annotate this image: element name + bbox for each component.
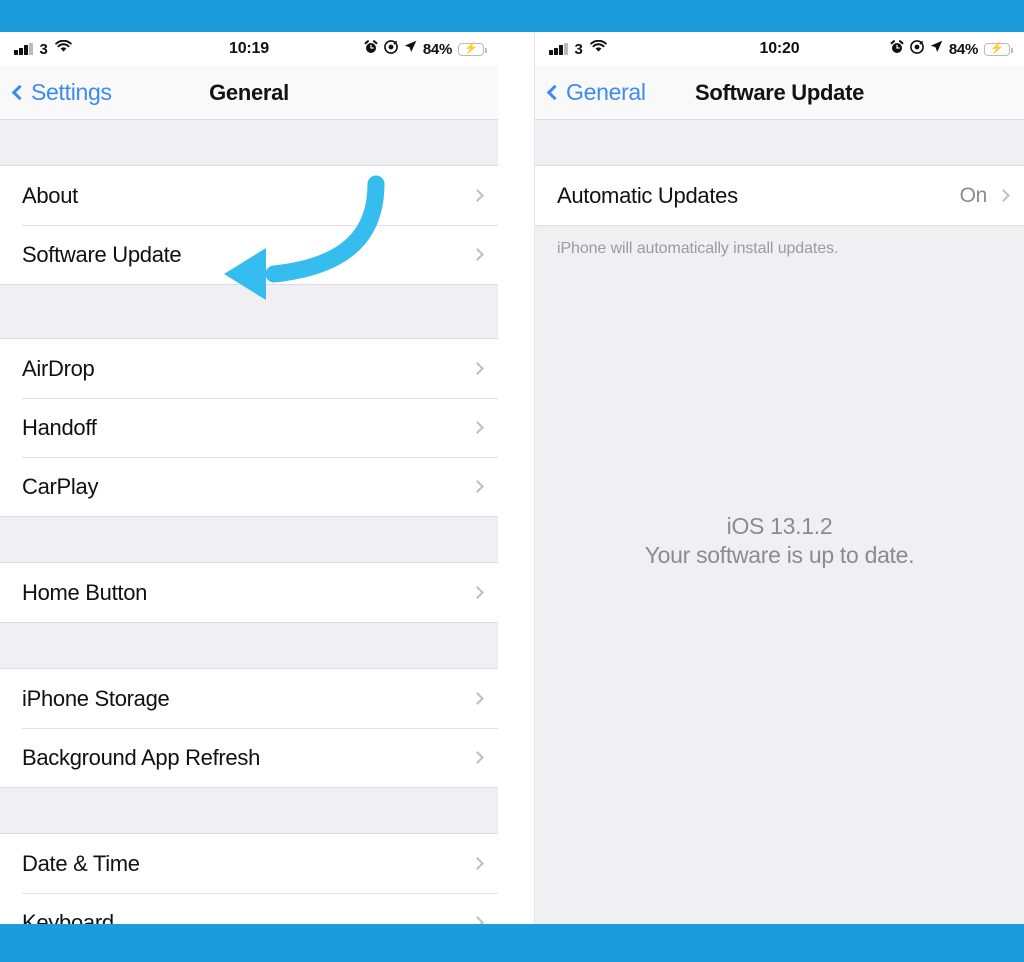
sidebar-item-iphone-storage[interactable]: iPhone Storage [0,669,498,728]
right-phone-screenshot: 3 10:20 84% ⚡ General Software Update Au… [534,32,1024,924]
back-button-label: Settings [31,79,112,105]
row-label: AirDrop [22,355,95,381]
right-nav-bar: General Software Update [535,66,1024,120]
list-gap [0,788,498,833]
status-left-group: 3 [549,39,607,58]
signal-bars-icon [14,43,33,55]
row-label: Keyboard [22,909,114,925]
row-label: CarPlay [22,473,99,499]
sidebar-item-background-app-refresh[interactable]: Background App Refresh [0,728,498,787]
chevron-right-icon [471,362,484,375]
status-left-group: 3 [14,39,72,58]
left-nav-bar: Settings General [0,66,498,120]
row-label: iPhone Storage [22,685,170,711]
back-to-general-button[interactable]: General [546,79,646,106]
signal-bars-icon [549,43,568,55]
list-gap [0,517,498,562]
battery-percent-label: 84% [422,40,452,58]
chevron-right-icon [471,751,484,764]
chevron-right-icon [471,586,484,599]
chevron-right-icon [471,480,484,493]
ios-version-label: iOS 13.1.2 [726,513,833,539]
software-update-content: Automatic Updates On iPhone will automat… [535,120,1024,924]
chevron-right-icon [471,857,484,870]
settings-group-1: About Software Update [0,165,498,285]
orientation-lock-icon [383,39,398,59]
battery-charging-icon: ⚡ [984,42,1013,56]
wifi-icon [55,39,72,58]
list-gap [0,623,498,668]
sidebar-item-date-time[interactable]: Date & Time [0,834,498,893]
sidebar-item-handoff[interactable]: Handoff [0,398,498,457]
row-label: Software Update [22,241,182,267]
settings-group-2: AirDrop Handoff CarPlay [0,338,498,517]
chevron-left-icon [11,84,28,101]
sidebar-item-carplay[interactable]: CarPlay [0,457,498,516]
left-status-bar: 3 10:19 84% ⚡ [0,32,498,66]
row-label: Background App Refresh [22,744,260,770]
alarm-clock-icon [890,39,904,59]
sidebar-item-airdrop[interactable]: AirDrop [0,339,498,398]
status-right-group: 84% ⚡ [364,39,487,59]
up-to-date-message: Your software is up to date. [644,542,915,569]
wifi-icon [590,39,607,58]
back-to-settings-button[interactable]: Settings [11,79,112,106]
row-automatic-updates[interactable]: Automatic Updates On [535,166,1024,225]
chevron-right-icon [471,916,484,924]
general-settings-list[interactable]: About Software Update AirDrop Handoff Ca… [0,120,498,924]
carrier-label: 3 [39,40,48,58]
orientation-lock-icon [909,39,924,59]
row-label: About [22,182,78,208]
battery-charging-icon: ⚡ [458,42,487,56]
blue-frame: 3 10:19 84% ⚡ Settings General About Sof… [0,0,1024,962]
settings-group-3: Home Button [0,562,498,623]
right-status-bar: 3 10:20 84% ⚡ [535,32,1024,66]
automatic-updates-group: Automatic Updates On [535,165,1024,226]
chevron-right-icon [997,189,1010,202]
row-label: Automatic Updates [557,182,738,208]
list-gap [0,120,498,165]
list-gap [0,285,498,338]
row-label: Date & Time [22,850,140,876]
sidebar-item-software-update[interactable]: Software Update [0,225,498,284]
chevron-left-icon [546,84,563,101]
back-button-label: General [566,79,646,105]
location-arrow-icon [930,40,943,58]
settings-group-4: iPhone Storage Background App Refresh [0,668,498,788]
sidebar-item-keyboard[interactable]: Keyboard [0,893,498,924]
battery-percent-label: 84% [948,40,978,58]
chevron-right-icon [471,421,484,434]
chevron-right-icon [471,692,484,705]
alarm-clock-icon [364,39,378,59]
sidebar-item-home-button[interactable]: Home Button [0,563,498,622]
automatic-updates-footnote: iPhone will automatically install update… [557,240,839,257]
left-phone-screenshot: 3 10:19 84% ⚡ Settings General About Sof… [0,32,498,924]
list-gap [535,120,1024,165]
carrier-label: 3 [574,40,583,58]
row-label: Home Button [22,579,148,605]
sidebar-item-about[interactable]: About [0,166,498,225]
screenshot-sheet: 3 10:19 84% ⚡ Settings General About Sof… [0,32,1024,924]
update-status-block: iOS 13.1.2 Your software is up to date. [535,512,1024,571]
status-right-group: 84% ⚡ [890,39,1013,59]
row-label: Handoff [22,414,97,440]
chevron-right-icon [471,189,484,202]
chevron-right-icon [471,248,484,261]
settings-group-5: Date & Time Keyboard [0,833,498,924]
row-value: On [959,183,988,207]
location-arrow-icon [404,40,417,58]
